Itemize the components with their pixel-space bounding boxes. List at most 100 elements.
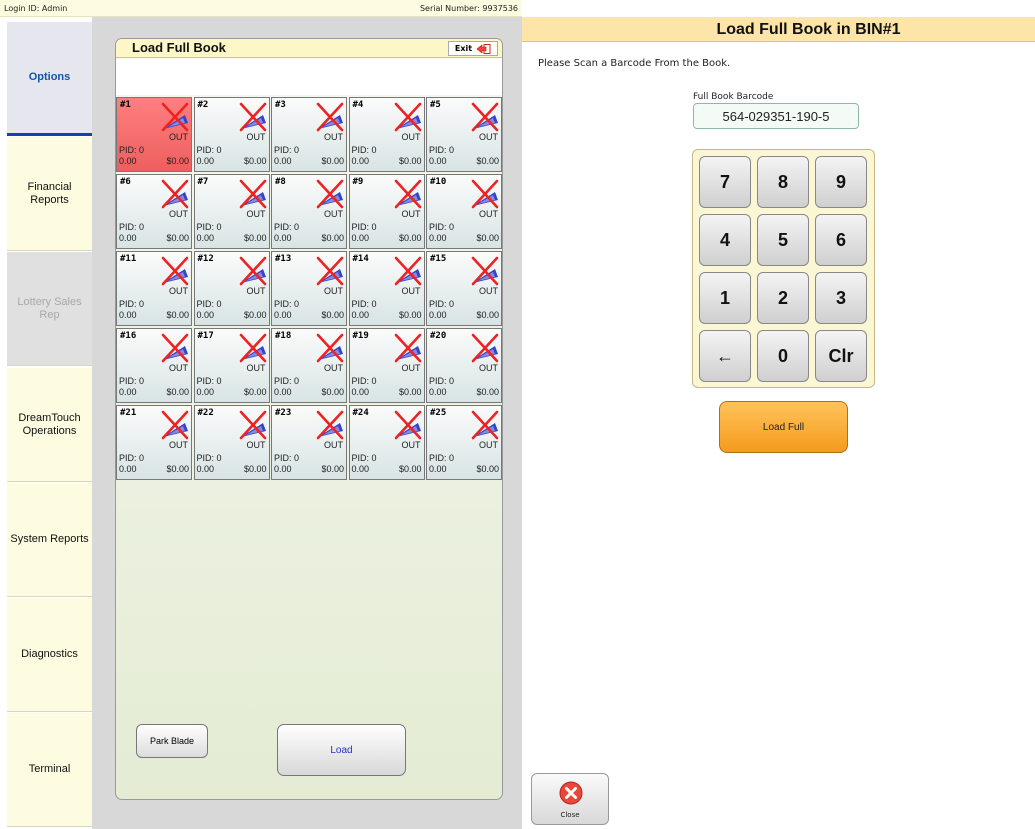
- main-canvas: Load Full Book Exit #1 OUT PID: 0 0.00 $0.00…: [92, 17, 522, 829]
- bin-status: OUT: [479, 363, 498, 373]
- close-label: Close: [560, 811, 580, 819]
- key-2[interactable]: 2: [757, 272, 809, 324]
- sidebar-item-options[interactable]: Options: [7, 22, 92, 136]
- bin-count: 0.00: [351, 464, 370, 474]
- bin-amount: $0.00: [476, 464, 499, 474]
- bin-cell[interactable]: #7 OUT PID: 0 0.00 $0.00: [193, 174, 270, 249]
- bin-number: #6: [120, 177, 131, 187]
- bin-status: OUT: [246, 209, 266, 219]
- load-full-button[interactable]: Load Full: [719, 401, 848, 453]
- bin-cell[interactable]: #22 OUT PID: 0 0.00 $0.00: [193, 405, 270, 480]
- bin-cell[interactable]: #25 OUT PID: 0 0.00 $0.00: [426, 405, 502, 480]
- bin-cell[interactable]: #4 OUT PID: 0 0.00 $0.00: [348, 97, 425, 172]
- bin-status: OUT: [246, 440, 266, 450]
- bin-amount: $0.00: [243, 156, 267, 166]
- exit-button[interactable]: Exit: [448, 41, 498, 56]
- bin-cell[interactable]: #2 OUT PID: 0 0.00 $0.00: [193, 97, 270, 172]
- bin-cell[interactable]: #19 OUT PID: 0 0.00 $0.00: [348, 328, 425, 403]
- barcode-input[interactable]: [693, 103, 859, 129]
- load-full-book-panel: Load Full Book Exit #1 OUT PID: 0 0.00 $0.00…: [115, 38, 503, 800]
- bin-amount: $0.00: [166, 233, 189, 243]
- numeric-keypad: 7 8 9 4 5 6 1 2 3 ← 0 Clr: [692, 149, 875, 388]
- key-0[interactable]: 0: [757, 330, 809, 382]
- key-1[interactable]: 1: [699, 272, 751, 324]
- key-4[interactable]: 4: [699, 214, 751, 266]
- barcode-label: Full Book Barcode: [693, 92, 774, 102]
- bin-count: 0.00: [429, 233, 447, 243]
- bin-cell[interactable]: #20 OUT PID: 0 0.00 $0.00: [426, 328, 502, 403]
- bin-pid: PID: 0: [119, 299, 145, 309]
- bin-pid: PID: 0: [429, 145, 455, 155]
- bin-cell[interactable]: #9 OUT PID: 0 0.00 $0.00: [348, 174, 425, 249]
- bin-status: OUT: [246, 286, 266, 296]
- bin-amount: $0.00: [321, 387, 344, 397]
- sidebar-item-label: Terminal: [28, 763, 71, 776]
- exit-arrow-icon: [476, 43, 491, 54]
- bin-number: #1: [120, 100, 131, 110]
- key-9[interactable]: 9: [815, 156, 867, 208]
- load-button[interactable]: Load: [277, 724, 406, 776]
- sidebar-item-dreamtouch-operations[interactable]: DreamTouch Operations: [7, 368, 92, 482]
- bin-number: #5: [430, 100, 441, 110]
- bin-status: OUT: [169, 132, 188, 142]
- key-5[interactable]: 5: [757, 214, 809, 266]
- close-button[interactable]: Close: [531, 773, 609, 825]
- sidebar-item-terminal[interactable]: Terminal: [7, 713, 92, 827]
- sidebar-item-financial-reports[interactable]: Financial Reports: [7, 137, 92, 251]
- bin-amount: $0.00: [243, 387, 267, 397]
- key-6[interactable]: 6: [815, 214, 867, 266]
- bin-cell[interactable]: #5 OUT PID: 0 0.00 $0.00: [426, 97, 502, 172]
- bin-cell[interactable]: #15 OUT PID: 0 0.00 $0.00: [426, 251, 502, 326]
- bin-amount: $0.00: [243, 464, 267, 474]
- bin-number: #11: [120, 254, 137, 264]
- bin-cell[interactable]: #21 OUT PID: 0 0.00 $0.00: [116, 405, 192, 480]
- bin-number: #3: [275, 100, 286, 110]
- bin-cell[interactable]: #1 OUT PID: 0 0.00 $0.00: [116, 97, 192, 172]
- bin-pid: PID: 0: [119, 145, 145, 155]
- sidebar-item-system-reports[interactable]: System Reports: [7, 483, 92, 597]
- bin-status: OUT: [479, 132, 498, 142]
- empty-bin-icon: [237, 332, 269, 364]
- bin-number: #25: [430, 408, 447, 418]
- bin-cell[interactable]: #18 OUT PID: 0 0.00 $0.00: [271, 328, 347, 403]
- key-7[interactable]: 7: [699, 156, 751, 208]
- bin-pid: PID: 0: [196, 145, 222, 155]
- bin-amount: $0.00: [166, 156, 189, 166]
- empty-bin-icon: [469, 178, 501, 210]
- bin-cell[interactable]: #11 OUT PID: 0 0.00 $0.00: [116, 251, 192, 326]
- bin-cell[interactable]: #16 OUT PID: 0 0.00 $0.00: [116, 328, 192, 403]
- bin-count: 0.00: [274, 156, 292, 166]
- park-blade-button[interactable]: Park Blade: [136, 724, 208, 758]
- empty-bin-icon: [392, 332, 424, 364]
- bin-amount: $0.00: [321, 156, 344, 166]
- bin-cell[interactable]: #8 OUT PID: 0 0.00 $0.00: [271, 174, 347, 249]
- bin-cell[interactable]: #10 OUT PID: 0 0.00 $0.00: [426, 174, 502, 249]
- bin-cell[interactable]: #14 OUT PID: 0 0.00 $0.00: [348, 251, 425, 326]
- bin-pid: PID: 0: [196, 453, 222, 463]
- sidebar-item-diagnostics[interactable]: Diagnostics: [7, 598, 92, 712]
- bin-count: 0.00: [196, 233, 215, 243]
- empty-bin-icon: [469, 409, 501, 441]
- bin-amount: $0.00: [321, 233, 344, 243]
- bin-cell[interactable]: #13 OUT PID: 0 0.00 $0.00: [271, 251, 347, 326]
- key-backspace[interactable]: ←: [699, 330, 751, 382]
- sidebar-item-lottery-sales-rep: Lottery Sales Rep: [7, 252, 92, 366]
- empty-bin-icon: [314, 409, 346, 441]
- bin-cell[interactable]: #12 OUT PID: 0 0.00 $0.00: [193, 251, 270, 326]
- bin-pid: PID: 0: [274, 453, 300, 463]
- key-8[interactable]: 8: [757, 156, 809, 208]
- bin-cell[interactable]: #23 OUT PID: 0 0.00 $0.00: [271, 405, 347, 480]
- bin-status: OUT: [324, 209, 343, 219]
- key-3[interactable]: 3: [815, 272, 867, 324]
- bin-count: 0.00: [274, 387, 292, 397]
- bin-pid: PID: 0: [119, 222, 145, 232]
- bin-number: #18: [275, 331, 292, 341]
- bin-pid: PID: 0: [429, 453, 455, 463]
- bin-cell[interactable]: #3 OUT PID: 0 0.00 $0.00: [271, 97, 347, 172]
- bin-cell[interactable]: #6 OUT PID: 0 0.00 $0.00: [116, 174, 192, 249]
- empty-bin-icon: [159, 409, 191, 441]
- bin-cell[interactable]: #17 OUT PID: 0 0.00 $0.00: [193, 328, 270, 403]
- bin-number: #22: [197, 408, 214, 418]
- bin-cell[interactable]: #24 OUT PID: 0 0.00 $0.00: [348, 405, 425, 480]
- key-clear[interactable]: Clr: [815, 330, 867, 382]
